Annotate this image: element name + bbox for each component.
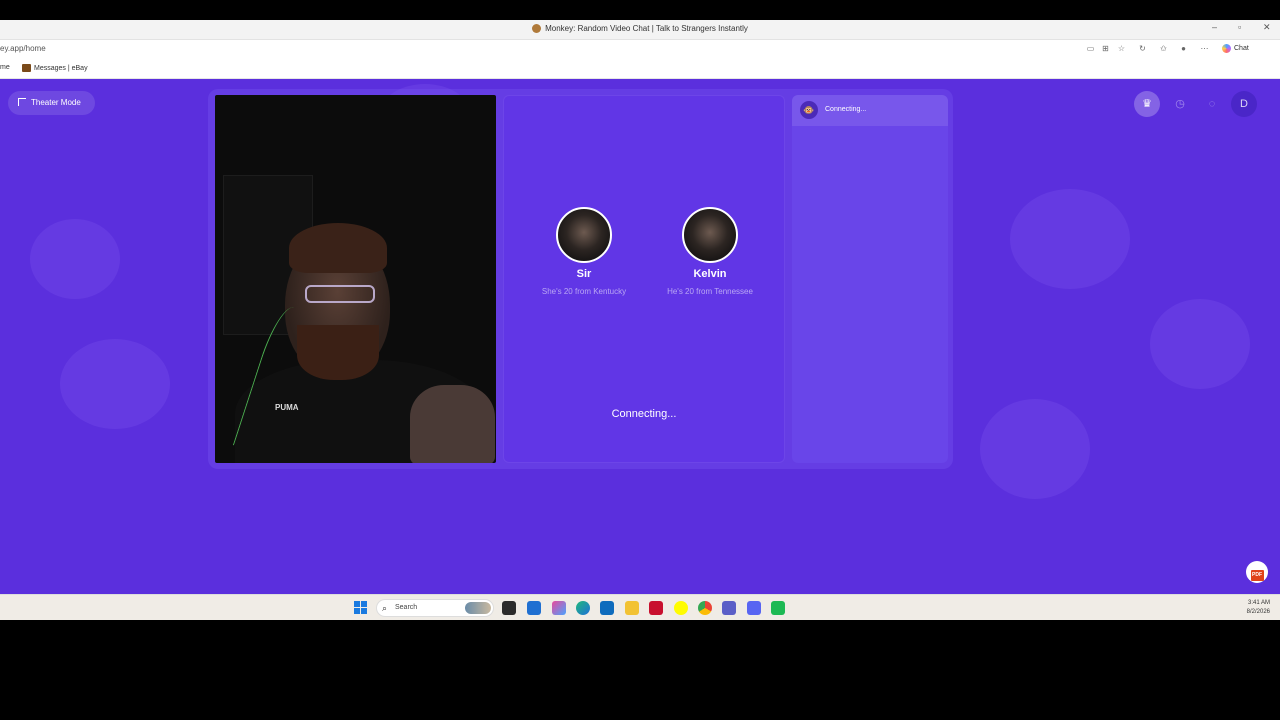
avatar (682, 207, 738, 263)
file-explorer-icon[interactable] (625, 601, 639, 615)
theater-mode-label: Theater Mode (31, 98, 81, 107)
maximize-icon[interactable]: ▫ (1238, 22, 1241, 32)
person-hair (289, 223, 387, 273)
url-text[interactable]: ey.app/home (0, 44, 46, 53)
person-arm (410, 385, 495, 463)
self-camera-feed: PUMA (215, 95, 496, 463)
bookmark-home[interactable]: me (0, 64, 10, 71)
camera-icon[interactable]: ▭ (1085, 43, 1096, 54)
window-title: Monkey: Random Video Chat | Talk to Stra… (0, 24, 1280, 34)
history-icon[interactable]: ◷ (1167, 91, 1193, 117)
pdf-tool-button[interactable]: PDF (1246, 561, 1268, 583)
theater-mode-button[interactable]: Theater Mode (8, 91, 95, 115)
window-title-text: Monkey: Random Video Chat | Talk to Stra… (545, 24, 748, 33)
copilot-chat-button[interactable]: Chat (1222, 42, 1262, 56)
background-bubble (1010, 189, 1130, 289)
chat-status: Connecting... (825, 106, 867, 113)
match-panel: Sir She's 20 from Kentucky Kelvin He's 2… (503, 95, 785, 463)
snapchat-icon[interactable] (674, 601, 688, 615)
chat-button-label: Chat (1234, 45, 1249, 52)
chat-panel: 🐵 Connecting... (792, 95, 948, 463)
clock-date: 8/2/2026 (1246, 609, 1270, 615)
refresh-icon[interactable]: ↻ (1137, 43, 1148, 54)
search-icon: ⌕ (382, 603, 388, 613)
background-bubble (980, 399, 1090, 499)
match-person-sir: Sir She's 20 from Kentucky (529, 207, 639, 296)
connecting-status: Connecting... (611, 408, 677, 420)
taskbar-search[interactable]: ⌕ Search (376, 599, 494, 617)
chat-bubble-icon[interactable]: ◌ (1199, 91, 1225, 117)
store-icon[interactable] (527, 601, 541, 615)
background-bubble (60, 339, 170, 429)
outlook-icon[interactable] (600, 601, 614, 615)
system-clock[interactable]: 3:41 AM 8/2/2026 (1247, 599, 1270, 617)
bookmarks-bar: me Messages | eBay (0, 58, 1280, 79)
person-meta: He's 20 from Tennessee (667, 287, 753, 296)
teams-icon[interactable] (722, 601, 736, 615)
more-icon[interactable]: ⋯ (1199, 43, 1210, 54)
profile-icon[interactable]: ● (1178, 43, 1189, 54)
task-view-icon[interactable] (502, 601, 516, 615)
bookmark-label: Messages | eBay (34, 64, 88, 72)
windows-start-icon[interactable] (354, 601, 368, 615)
copilot-icon (1222, 43, 1231, 53)
bookmark-ebay-messages[interactable]: Messages | eBay (22, 64, 88, 72)
folder-icon (22, 64, 31, 72)
avatar (556, 207, 612, 263)
pdf-icon: PDF (1250, 570, 1264, 581)
background-bubble (1150, 299, 1250, 389)
search-placeholder: Search (395, 604, 418, 611)
match-person-kelvin: Kelvin He's 20 from Tennessee (655, 207, 765, 296)
address-bar[interactable]: ey.app/home ▭ ⊞ ☆ ↻ ✩ ● ⋯ Chat (0, 40, 1280, 58)
taskbar: ⌕ Search 3:41 AM 8/2/2026 (0, 594, 1280, 620)
person-meta: She's 20 from Kentucky (541, 287, 627, 296)
apps-icon[interactable]: ⊞ (1100, 43, 1111, 54)
search-highlight-image (465, 602, 491, 614)
window-titlebar: Monkey: Random Video Chat | Talk to Stra… (0, 20, 1280, 40)
expand-icon (18, 98, 26, 106)
minimize-icon[interactable]: – (1212, 22, 1217, 32)
background-bubble (30, 219, 120, 299)
discord-icon[interactable] (747, 601, 761, 615)
close-icon[interactable]: ✕ (1263, 22, 1271, 33)
clock-time: 3:41 AM (1247, 600, 1270, 606)
shirt-logo: PUMA (275, 403, 299, 412)
person-glasses (305, 285, 375, 303)
monkey-favicon-icon (532, 24, 542, 34)
app-icon[interactable] (771, 601, 785, 615)
chat-header: 🐵 Connecting... (792, 95, 948, 126)
user-avatar[interactable]: D (1231, 91, 1257, 117)
crown-icon[interactable]: ♛ (1134, 91, 1160, 117)
edge-icon[interactable] (576, 601, 590, 615)
favorites-icon[interactable]: ✩ (1158, 43, 1169, 54)
monkey-icon: 🐵 (800, 101, 818, 119)
person-name: Kelvin (693, 268, 727, 280)
chrome-icon[interactable] (698, 601, 712, 615)
star-icon[interactable]: ☆ (1116, 43, 1127, 54)
screen: Monkey: Random Video Chat | Talk to Stra… (0, 0, 1280, 720)
copilot-app-icon[interactable] (552, 601, 566, 615)
person-name: Sir (576, 268, 592, 280)
mcafee-icon[interactable] (649, 601, 663, 615)
